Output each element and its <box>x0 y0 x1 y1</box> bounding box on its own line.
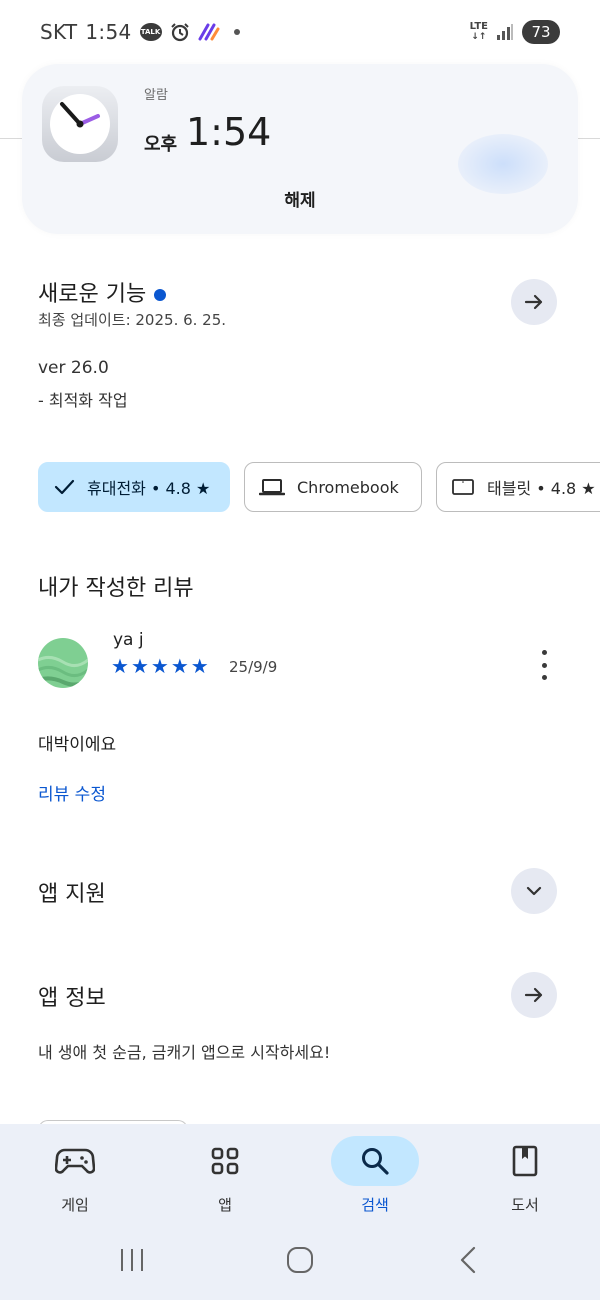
more-notifications-dot <box>233 29 240 35</box>
star-icon: ★ <box>150 654 169 678</box>
notification-app-name: 알람 <box>144 88 168 103</box>
star-icon: ★ <box>130 654 149 678</box>
star-icon: ★ <box>111 654 129 678</box>
nav-apps-label: 앱 <box>218 1196 232 1214</box>
nav-search-label: 검색 <box>361 1196 389 1214</box>
home-icon <box>287 1247 313 1273</box>
whats-new-title-text: 새로운 기능 <box>38 282 147 307</box>
gamepad-icon <box>55 1148 95 1174</box>
battery-indicator: 73 <box>522 20 560 44</box>
review-more-options-icon[interactable] <box>530 650 558 680</box>
app-support-title[interactable]: 앱 지원 <box>38 876 106 908</box>
chip-tablet-label: 태블릿 • 4.8 ★ <box>487 479 596 498</box>
back-icon <box>460 1246 476 1274</box>
app-description: 내 생애 첫 순금, 금캐기 앱으로 시작하세요! <box>38 1043 331 1062</box>
my-review-title: 내가 작성한 리뷰 <box>38 576 194 601</box>
notification-glow <box>458 134 548 194</box>
chip-phone[interactable]: 휴대전화 • 4.8 ★ <box>38 462 230 512</box>
status-bar: SKT 1:54 TALK LTE ↓↑ 73 <box>0 0 600 66</box>
divider <box>0 138 22 139</box>
kakaotalk-icon: TALK <box>139 23 162 41</box>
laptop-icon <box>259 479 285 496</box>
clock-app-icon <box>42 86 118 162</box>
back-button[interactable] <box>448 1242 488 1278</box>
search-icon <box>362 1148 389 1175</box>
nav-games-label: 게임 <box>61 1196 89 1214</box>
nav-books[interactable]: 도서 <box>475 1136 575 1215</box>
app-info-title[interactable]: 앱 정보 <box>38 980 106 1012</box>
divider <box>578 138 600 139</box>
alarm-notification[interactable]: 알람 오후 1:54 해제 <box>22 64 578 234</box>
review-date: 25/9/9 <box>229 658 278 676</box>
carrier-label: SKT <box>40 20 78 44</box>
whats-new-arrow-button[interactable] <box>511 279 557 325</box>
chip-tablet[interactable]: 태블릿 • 4.8 ★ <box>436 462 600 512</box>
dismiss-button[interactable]: 해제 <box>22 186 578 211</box>
nav-books-label: 도서 <box>511 1196 539 1214</box>
review-text: 대박이에요 <box>38 735 117 755</box>
clock-label: 1:54 <box>85 20 132 44</box>
app-notification-icon <box>198 23 220 41</box>
arrow-right-icon <box>524 294 543 310</box>
star-icon: ★ <box>170 654 189 678</box>
system-navigation-bar <box>0 1230 600 1290</box>
nav-apps[interactable]: 앱 <box>175 1136 275 1215</box>
edit-review-link[interactable]: 리뷰 수정 <box>38 780 106 805</box>
app-info-arrow-button[interactable] <box>511 972 557 1018</box>
new-indicator-dot <box>154 289 167 301</box>
star-rating: ★ ★ ★ ★ ★ <box>111 654 209 678</box>
whats-new-title[interactable]: 새로운 기능 <box>38 276 167 308</box>
version-text: ver 26.0 <box>38 358 109 378</box>
signal-icon <box>496 23 514 41</box>
chip-chromebook-label: Chromebook <box>297 477 399 497</box>
device-filter-chips: 휴대전화 • 4.8 ★ Chromebook 태블릿 • 4.8 ★ <box>38 462 600 512</box>
app-support-expand-button[interactable] <box>511 868 557 914</box>
lte-indicator: LTE ↓↑ <box>469 21 488 43</box>
reviewer-name: ya j <box>113 630 144 650</box>
last-updated: 최종 업데이트: 2025. 6. 25. <box>38 311 227 329</box>
home-button[interactable] <box>280 1242 320 1278</box>
chip-chromebook[interactable]: Chromebook <box>244 462 422 512</box>
arrow-right-icon <box>524 987 543 1003</box>
notification-time: 1:54 <box>186 110 272 154</box>
chevron-down-icon <box>526 886 542 896</box>
book-icon <box>512 1145 538 1177</box>
nav-games[interactable]: 게임 <box>25 1136 125 1215</box>
chip-phone-label: 휴대전화 • 4.8 ★ <box>87 479 211 498</box>
apps-grid-icon <box>211 1147 239 1175</box>
nav-search[interactable]: 검색 <box>325 1136 425 1215</box>
star-icon: ★ <box>190 654 209 678</box>
tablet-icon <box>452 479 474 495</box>
release-notes: - 최적화 작업 <box>38 391 128 410</box>
notification-ampm: 오후 <box>144 134 178 155</box>
recent-apps-button[interactable] <box>112 1242 152 1278</box>
check-icon <box>54 479 75 495</box>
recent-apps-icon <box>121 1249 143 1271</box>
alarm-clock-icon <box>170 22 190 42</box>
avatar <box>38 638 88 688</box>
